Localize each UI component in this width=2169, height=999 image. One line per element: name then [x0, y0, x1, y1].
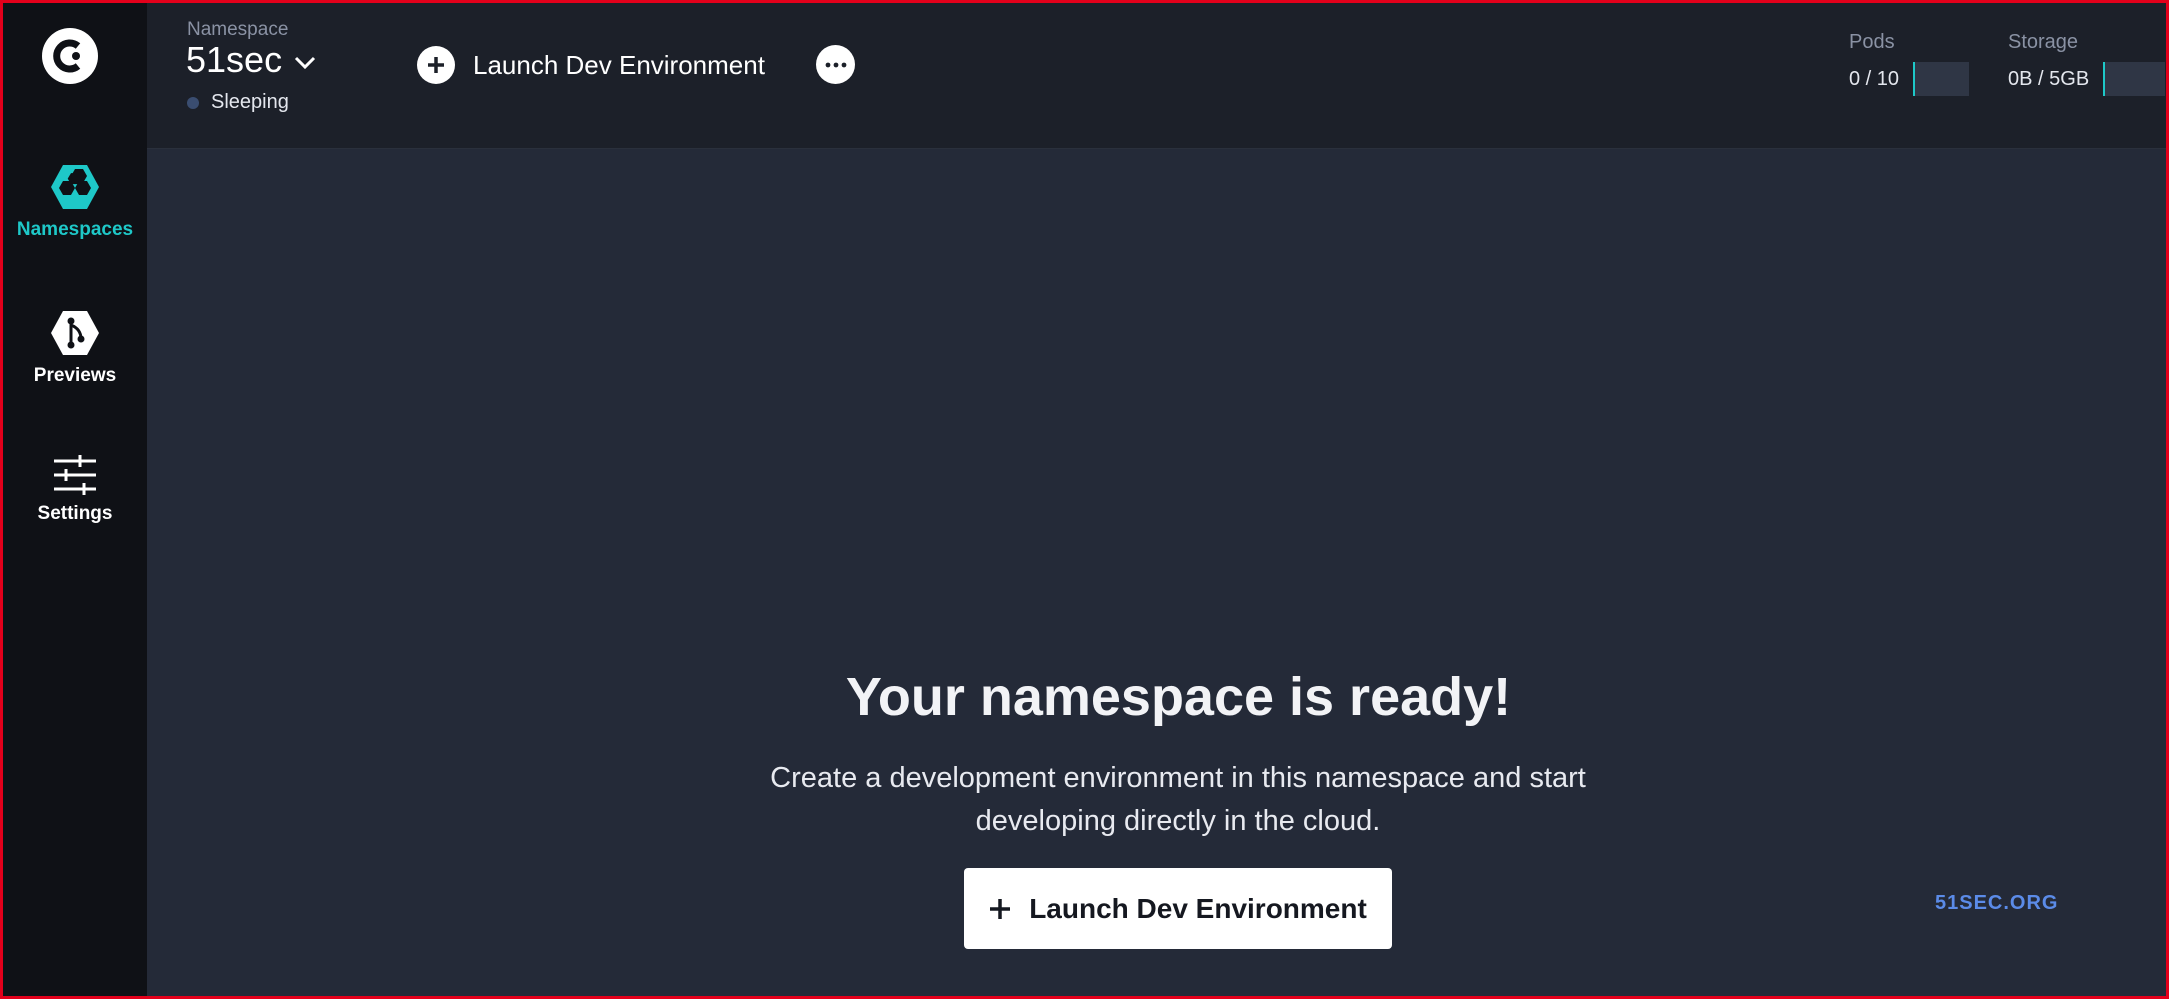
namespace-caption: Namespace — [187, 19, 289, 40]
sidebar-item-namespaces[interactable]: Namespaces — [3, 163, 147, 241]
launch-dev-environment-header-button[interactable]: Launch Dev Environment — [417, 46, 765, 84]
sidebar-item-previews[interactable]: Previews — [3, 309, 147, 387]
plus-icon — [990, 898, 1011, 919]
hexagon-cluster-icon — [51, 165, 99, 209]
watermark-text: 51SEC.ORG — [1935, 892, 2059, 914]
sidebar-item-label: Settings — [37, 503, 113, 524]
sidebar-item-label: Namespaces — [16, 219, 134, 240]
pods-quota-bar — [1913, 62, 1970, 96]
ellipsis-icon — [825, 62, 846, 67]
empty-state-title: Your namespace is ready! — [845, 667, 1512, 727]
sidebar-item-label: Previews — [33, 365, 117, 386]
plus-circle-icon — [417, 46, 455, 84]
pods-quota-label: Pods — [1849, 31, 1895, 53]
pods-quota: Pods 0 / 10 — [1849, 31, 1970, 96]
namespace-status: Sleeping — [187, 91, 289, 114]
launch-main-label: Launch Dev Environment — [1029, 892, 1367, 924]
empty-state-description: Create a development environment in this… — [770, 762, 1586, 837]
launch-label: Launch Dev Environment — [473, 49, 765, 80]
launch-dev-environment-button[interactable]: Launch Dev Environment — [964, 868, 1392, 949]
storage-quota-bar — [2103, 62, 2166, 96]
status-text: Sleeping — [211, 91, 289, 113]
app-window: Namespaces Previews Settings Namespace 5… — [0, 0, 2169, 999]
sidebar: Namespaces Previews Settings — [3, 3, 147, 996]
pods-quota-value: 0 / 10 — [1849, 67, 1900, 90]
more-options-button[interactable] — [816, 45, 855, 84]
codeready-logo-icon[interactable] — [40, 26, 100, 86]
git-branch-hex-icon — [51, 311, 99, 355]
storage-quota-label: Storage — [2008, 31, 2079, 53]
sidebar-item-settings[interactable]: Settings — [3, 455, 147, 525]
storage-quota: Storage 0B / 5GB — [2008, 31, 2166, 96]
namespace-selector[interactable]: 51sec — [186, 39, 316, 81]
sliders-icon — [54, 455, 96, 495]
storage-quota-value: 0B / 5GB — [2008, 67, 2090, 90]
namespace-name: 51sec — [186, 39, 283, 80]
status-dot-icon — [187, 96, 199, 109]
header-bar: Namespace 51sec Sleeping Launch Dev Envi… — [147, 3, 2166, 149]
chevron-down-icon — [295, 56, 316, 70]
